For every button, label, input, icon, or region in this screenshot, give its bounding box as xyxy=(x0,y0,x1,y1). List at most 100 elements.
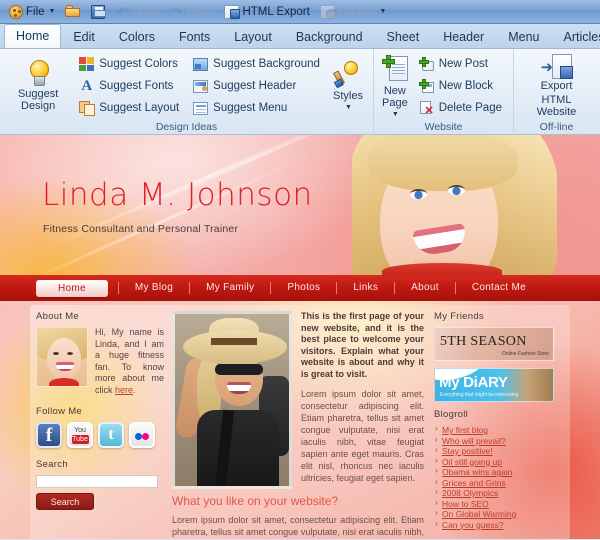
list-item[interactable]: Stay positive! xyxy=(434,445,564,457)
youtube-icon[interactable]: You Tube xyxy=(67,422,93,448)
blogroll-link[interactable]: Stay positive! xyxy=(442,446,493,456)
chevron-down-icon: ▼ xyxy=(48,8,56,15)
ribbon-group-offline: ➜ Export HTML Website Off-line xyxy=(513,49,599,135)
list-item[interactable]: Who will prevail? xyxy=(434,435,564,447)
delete-page-button[interactable]: ✕ Delete Page xyxy=(414,98,507,119)
suggest-menu-button[interactable]: Suggest Menu xyxy=(188,98,325,119)
background-image-icon xyxy=(193,57,209,71)
tab-articles[interactable]: Articles xyxy=(551,26,600,48)
website-header[interactable]: Linda M. Johnson Fitness Consultant and … xyxy=(0,135,600,275)
blogroll-link[interactable]: Oil still going up xyxy=(442,457,502,467)
blogroll-link[interactable]: Grices and Grins xyxy=(442,478,506,488)
list-item[interactable]: 2008 Olympics xyxy=(434,487,564,499)
search-button[interactable]: Search xyxy=(36,493,94,510)
tab-sheet[interactable]: Sheet xyxy=(375,26,432,48)
about-me-text: Hi, My name is Linda, and I am a huge fi… xyxy=(95,327,164,396)
flickr-icon[interactable] xyxy=(129,422,155,448)
file-menu-button[interactable]: File ▼ xyxy=(5,2,59,22)
group-label-offline: Off-line xyxy=(539,121,574,133)
new-post-button[interactable]: New Post xyxy=(414,54,507,75)
blogroll-link[interactable]: Can you guess? xyxy=(442,520,503,530)
color-swatches-icon xyxy=(79,57,95,71)
list-item[interactable]: On Global Warming xyxy=(434,508,564,520)
portrait-red-top xyxy=(382,263,502,275)
new-page-button[interactable]: New Page ▼ xyxy=(380,53,410,119)
suggest-colors-button[interactable]: Suggest Colors xyxy=(74,54,184,75)
blogroll-link[interactable]: Who will prevail? xyxy=(442,436,506,446)
nav-item-home[interactable]: Home xyxy=(36,279,108,297)
nav-item-contact-me[interactable]: Contact Me xyxy=(466,280,532,296)
new-block-button[interactable]: New Block xyxy=(414,76,507,97)
twitter-icon[interactable]: t xyxy=(98,422,124,448)
suggest-fonts-button[interactable]: A Suggest Fonts xyxy=(74,76,184,97)
search-input[interactable] xyxy=(36,475,158,488)
chevron-down-icon: ▼ xyxy=(391,110,399,118)
nav-item-about[interactable]: About xyxy=(405,280,445,296)
chevron-down-icon: ▼ xyxy=(379,8,387,15)
nav-separator xyxy=(394,282,396,294)
tab-edit[interactable]: Edit xyxy=(61,26,107,48)
site-tagline[interactable]: Fitness Consultant and Personal Trainer xyxy=(43,223,238,235)
about-me-here-link[interactable]: here xyxy=(115,385,133,395)
suggest-design-button[interactable]: Suggest Design xyxy=(6,53,70,119)
nav-item-my-family[interactable]: My Family xyxy=(200,280,260,296)
5th-season-banner[interactable]: 5TH SEASON Online Fashion Store xyxy=(434,327,554,361)
hiker-hat-brim xyxy=(183,330,287,364)
nav-separator xyxy=(336,282,338,294)
suggest-background-button[interactable]: Suggest Background xyxy=(188,54,325,75)
widget-blogroll: Blogroll My first blog Who will prevail?… xyxy=(434,409,564,530)
undo-button[interactable]: ↶ Undo xyxy=(111,2,164,22)
list-item[interactable]: Grices and Grins xyxy=(434,477,564,489)
tab-background[interactable]: Background xyxy=(284,26,375,48)
widget-my-friends: My Friends 5TH SEASON Online Fashion Sto… xyxy=(434,311,564,402)
suggest-layout-button[interactable]: Suggest Layout xyxy=(74,98,184,119)
blogroll-link[interactable]: Obama wins again xyxy=(442,467,512,477)
open-folder-icon xyxy=(65,5,81,18)
nav-item-my-blog[interactable]: My Blog xyxy=(129,280,179,296)
suggest-header-button[interactable]: Suggest Header xyxy=(188,76,325,97)
redo-button[interactable]: ↷ Redo xyxy=(166,2,219,22)
tab-colors[interactable]: Colors xyxy=(107,26,167,48)
list-item[interactable]: My first blog xyxy=(434,424,564,436)
site-title[interactable]: Linda M. Johnson xyxy=(42,177,313,213)
avatar-eye-left xyxy=(53,352,59,355)
blogroll-link[interactable]: How to SEO xyxy=(442,499,489,509)
menu-list-icon xyxy=(193,101,209,115)
list-item[interactable]: How to SEO xyxy=(434,498,564,510)
list-item[interactable]: Obama wins again xyxy=(434,466,564,478)
save-button[interactable] xyxy=(87,2,109,22)
nav-item-links[interactable]: Links xyxy=(347,280,384,296)
follow-me-title: Follow Me xyxy=(36,406,82,417)
tab-layout[interactable]: Layout xyxy=(222,26,284,48)
layout-icon xyxy=(79,101,96,116)
my-diary-banner-title: My DiARY xyxy=(439,374,508,391)
list-item[interactable]: Oil still going up xyxy=(434,456,564,468)
publish-button[interactable]: Publish ▼ xyxy=(316,2,391,22)
save-icon xyxy=(91,4,107,19)
website-preview-canvas[interactable]: Linda M. Johnson Fitness Consultant and … xyxy=(0,135,600,539)
my-diary-banner[interactable]: My DiARY Everything that might be intere… xyxy=(434,368,554,402)
open-button[interactable] xyxy=(61,2,85,22)
widget-search: Search Search xyxy=(36,459,164,510)
new-page-label: New Page xyxy=(382,84,408,109)
blogroll-link[interactable]: 2008 Olympics xyxy=(442,488,498,498)
new-post-icon xyxy=(418,57,434,71)
portrait-eye-left xyxy=(410,189,427,199)
list-item[interactable]: Can you guess? xyxy=(434,519,564,531)
facebook-icon[interactable]: f xyxy=(36,422,62,448)
html-export-icon xyxy=(224,4,241,19)
tab-header[interactable]: Header xyxy=(431,26,496,48)
nav-item-photos[interactable]: Photos xyxy=(281,280,326,296)
tab-home[interactable]: Home xyxy=(4,24,62,48)
export-html-website-button[interactable]: ➜ Export HTML Website xyxy=(520,53,593,119)
styles-button[interactable]: Styles ▼ xyxy=(329,53,367,119)
blogroll-link[interactable]: My first blog xyxy=(442,425,488,435)
tab-menu[interactable]: Menu xyxy=(496,26,551,48)
blogroll-link[interactable]: On Global Warming xyxy=(442,509,516,519)
publish-icon xyxy=(319,4,336,19)
html-export-button[interactable]: HTML Export xyxy=(220,2,313,22)
suggest-header-label: Suggest Header xyxy=(213,80,297,92)
about-me-title: About Me xyxy=(36,311,80,322)
ribbon-group-design-ideas: Suggest Design Suggest Colors A Suggest … xyxy=(0,49,373,135)
tab-fonts[interactable]: Fonts xyxy=(167,26,222,48)
